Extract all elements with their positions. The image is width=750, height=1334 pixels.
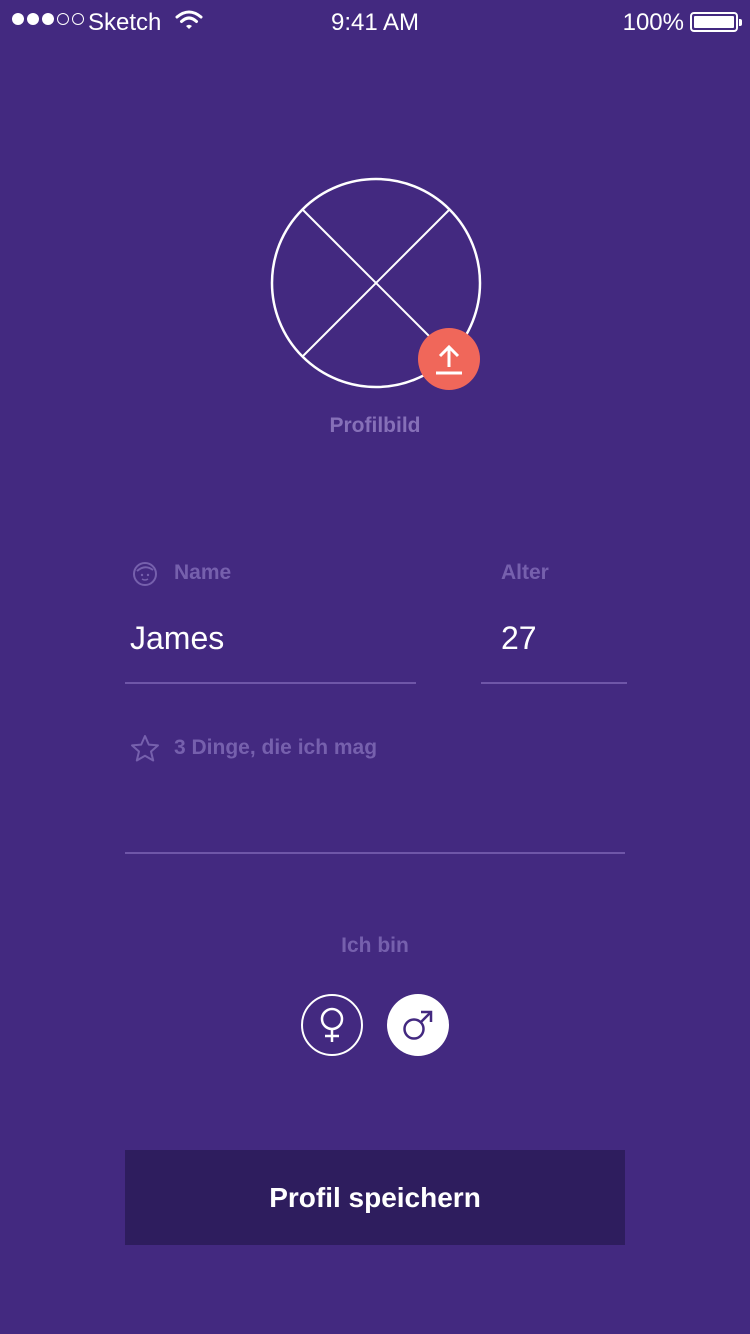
name-underline: [125, 682, 416, 684]
age-input[interactable]: [501, 617, 621, 659]
likes-input[interactable]: [130, 790, 620, 832]
upload-arrow-icon: [436, 344, 462, 375]
name-input[interactable]: [130, 617, 410, 659]
battery-percentage: 100%: [622, 9, 684, 36]
gender-female-button[interactable]: [301, 994, 363, 1056]
male-symbol-icon: [403, 1010, 433, 1040]
star-icon: [131, 735, 159, 762]
name-label: Name: [174, 561, 232, 584]
save-profile-button[interactable]: Profil speichern: [125, 1150, 625, 1245]
face-icon: [133, 562, 157, 586]
upload-photo-button[interactable]: [418, 328, 480, 390]
gender-male-button[interactable]: [387, 994, 449, 1056]
age-underline: [481, 682, 627, 684]
gender-label: Ich bin: [341, 934, 409, 957]
female-symbol-icon: [320, 1007, 344, 1042]
likes-underline: [125, 852, 625, 854]
likes-label: 3 Dinge, die ich mag: [174, 736, 378, 759]
status-bar: Sketch 9:41 AM 100%: [0, 0, 750, 44]
battery-icon: [690, 12, 742, 32]
profile-image-caption: Profilbild: [329, 414, 421, 437]
age-label: Alter: [501, 561, 549, 584]
